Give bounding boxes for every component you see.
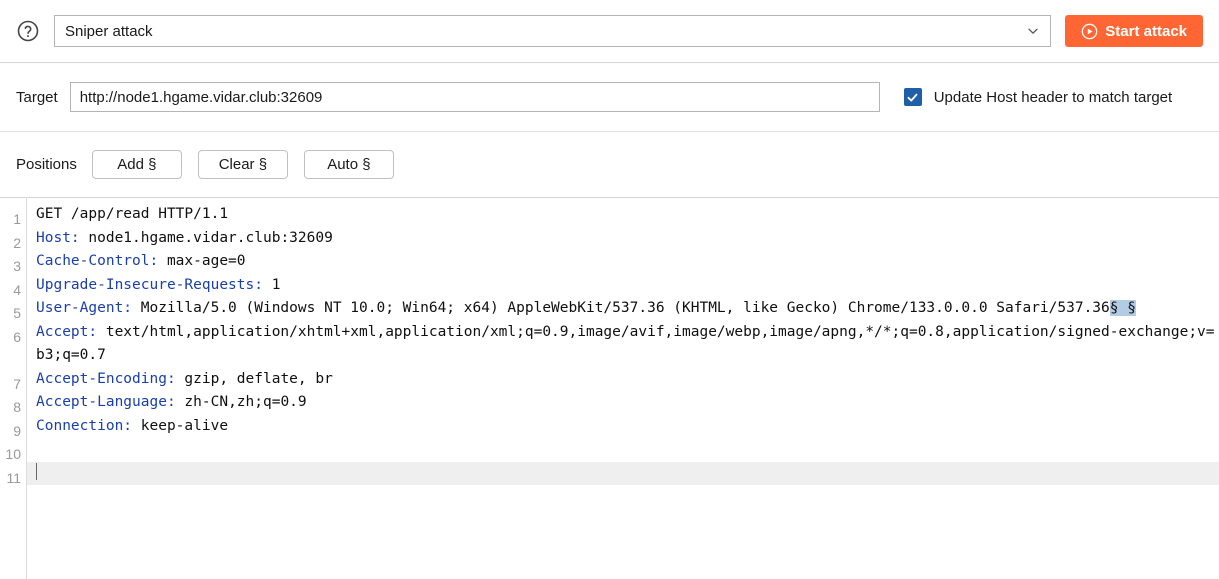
line-number: 1 xyxy=(0,208,26,232)
editor-current-line[interactable] xyxy=(27,462,1219,486)
check-icon[interactable] xyxy=(904,88,922,106)
line-number: 5 xyxy=(0,302,26,326)
header-name: Accept-Encoding: xyxy=(36,371,176,387)
editor-line[interactable]: Accept-Language: zh-CN,zh;q=0.9 xyxy=(36,391,1219,415)
positions-bar: Positions Add § Clear § Auto § xyxy=(0,132,1219,198)
header-name: Accept-Language: xyxy=(36,394,176,410)
editor-line[interactable]: ​ xyxy=(36,438,1219,462)
header-value: max-age=0 xyxy=(158,253,245,269)
line-number: 9 xyxy=(0,420,26,444)
header-value: keep-alive xyxy=(132,418,228,434)
header-name: Cache-Control: xyxy=(36,253,158,269)
line-number: 7 xyxy=(0,373,26,397)
positions-label: Positions xyxy=(16,156,77,173)
chevron-down-icon[interactable] xyxy=(1026,16,1040,46)
editor-line[interactable]: Upgrade-Insecure-Requests: 1 xyxy=(36,274,1219,298)
update-host-label: Update Host header to match target xyxy=(934,89,1172,106)
play-circle-icon xyxy=(1081,23,1098,40)
header-name: Upgrade-Insecure-Requests: xyxy=(36,277,263,293)
request-editor[interactable]: 1234567891011 GET /app/read HTTP/1.1Host… xyxy=(0,198,1219,579)
header-value: gzip, deflate, br xyxy=(176,371,333,387)
header-name: Connection: xyxy=(36,418,132,434)
update-host-checkbox-row[interactable]: Update Host header to match target xyxy=(904,88,1172,106)
start-attack-label: Start attack xyxy=(1105,23,1187,40)
payload-position-marker[interactable]: § § xyxy=(1110,300,1136,316)
header-value: GET /app/read HTTP/1.1 xyxy=(36,206,228,222)
clear-position-button[interactable]: Clear § xyxy=(198,150,288,179)
header-value: 1 xyxy=(263,277,280,293)
editor-line[interactable] xyxy=(36,462,1219,486)
editor-line[interactable]: Cache-Control: max-age=0 xyxy=(36,250,1219,274)
line-number: 2 xyxy=(0,232,26,256)
attack-type-select[interactable]: Sniper attack xyxy=(54,15,1051,47)
header-value: zh-CN,zh;q=0.9 xyxy=(176,394,307,410)
attack-type-value: Sniper attack xyxy=(65,23,153,40)
auto-position-button[interactable]: Auto § xyxy=(304,150,394,179)
start-attack-button[interactable]: Start attack xyxy=(1065,15,1203,47)
target-input[interactable] xyxy=(70,82,880,112)
header-name: User-Agent: xyxy=(36,300,132,316)
editor-line[interactable]: Accept-Encoding: gzip, deflate, br xyxy=(36,368,1219,392)
line-number: 10 xyxy=(0,443,26,467)
line-number: 6 xyxy=(0,326,26,350)
target-bar: Target Update Host header to match targe… xyxy=(0,63,1219,132)
header-value: node1.hgame.vidar.club:32609 xyxy=(80,230,333,246)
editor-line[interactable]: User-Agent: Mozilla/5.0 (Windows NT 10.0… xyxy=(36,297,1219,321)
editor-line[interactable]: Host: node1.hgame.vidar.club:32609 xyxy=(36,227,1219,251)
add-position-button[interactable]: Add § xyxy=(92,150,182,179)
line-number: 11 xyxy=(0,467,26,491)
editor-line-numbers: 123456 7891011 xyxy=(0,198,27,579)
header-value: Mozilla/5.0 (Windows NT 10.0; Win64; x64… xyxy=(132,300,1110,316)
header-name: Accept: xyxy=(36,324,97,340)
editor-line[interactable]: Connection: keep-alive xyxy=(36,415,1219,439)
header-value: text/html,application/xhtml+xml,applicat… xyxy=(36,324,1215,364)
text-caret xyxy=(36,463,37,480)
editor-line[interactable]: Accept: text/html,application/xhtml+xml,… xyxy=(36,321,1219,368)
target-label: Target xyxy=(16,89,58,106)
editor-content[interactable]: GET /app/read HTTP/1.1 Host: node1.hgame.… xyxy=(27,198,1219,579)
line-number: 4 xyxy=(0,279,26,303)
editor-line[interactable]: GET /app/read HTTP/1.1 xyxy=(36,203,1219,227)
line-number: 8 xyxy=(0,396,26,420)
attack-type-bar: Sniper attack Start attack xyxy=(0,0,1219,63)
header-name: Host: xyxy=(36,230,80,246)
help-circle-icon[interactable] xyxy=(16,19,40,43)
line-number: 3 xyxy=(0,255,26,279)
